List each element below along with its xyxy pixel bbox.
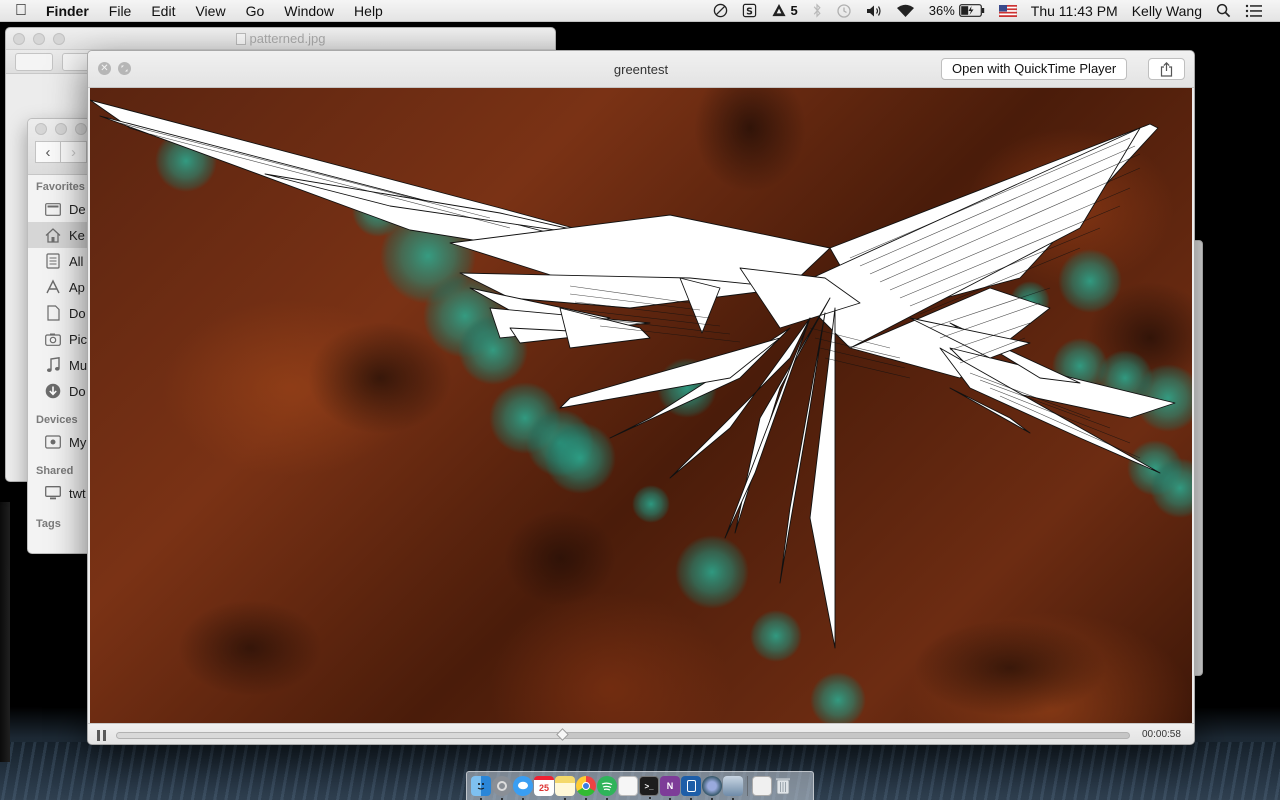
all-files-icon [45, 253, 61, 269]
spotlight-search-icon[interactable] [1209, 3, 1238, 18]
playback-time: 00:00:58 [1142, 729, 1181, 740]
monitor-icon [45, 485, 61, 501]
desktop-icon [45, 201, 61, 217]
playback-controls: 00:00:58 [88, 723, 1194, 744]
menu-help[interactable]: Help [344, 0, 393, 22]
quicklook-window: ✕ greentest Open with QuickTime Player 0… [87, 50, 1195, 745]
bluetooth-icon[interactable] [805, 3, 829, 18]
documents-icon [45, 305, 61, 321]
pictures-icon [45, 331, 61, 347]
menubar-clock[interactable]: Thu 11:43 PM [1024, 0, 1125, 22]
calendar-icon[interactable]: 25 [534, 776, 554, 796]
menu-view[interactable]: View [185, 0, 235, 22]
forward-button[interactable]: › [61, 141, 87, 163]
chrome-icon[interactable] [576, 776, 596, 800]
home-icon [45, 227, 61, 243]
calendar-day: 25 [538, 783, 549, 793]
downloads-icon [45, 383, 61, 399]
documents-folder-icon[interactable] [752, 776, 772, 796]
battery-icon [958, 4, 984, 17]
share-button[interactable] [1148, 58, 1185, 80]
battery-status[interactable]: 36% [922, 0, 992, 22]
music-icon [45, 357, 61, 373]
sidebar-item-label: Do [69, 383, 86, 399]
menu-file[interactable]: File [99, 0, 142, 22]
apple-menu-icon[interactable]:  [0, 0, 42, 22]
sidebar-item-label: Mu [69, 357, 88, 373]
finder-icon[interactable] [471, 776, 491, 800]
trash-icon[interactable] [773, 776, 793, 796]
time-machine-icon[interactable] [829, 3, 859, 19]
menu-app-name[interactable]: Finder [42, 0, 99, 22]
sidebar-item-label: Ap [69, 279, 85, 295]
wifi-icon[interactable] [889, 4, 922, 18]
video-render [90, 99, 1192, 723]
system-preferences-icon[interactable] [492, 776, 512, 800]
adobe-updates-icon[interactable]: 5 [764, 0, 805, 22]
open-with-quicktime-button[interactable]: Open with QuickTime Player [941, 58, 1128, 80]
menu-window[interactable]: Window [274, 0, 344, 22]
sidebar-item-label: All [69, 253, 84, 269]
menu-go[interactable]: Go [236, 0, 275, 22]
quicktime-icon[interactable] [702, 776, 722, 800]
menu-edit[interactable]: Edit [141, 0, 185, 22]
preview-icon[interactable] [723, 776, 743, 800]
finder-window-controls[interactable] [35, 123, 87, 135]
notification-center-icon[interactable] [1238, 4, 1270, 18]
pause-icon[interactable] [97, 730, 109, 741]
skype-status-icon[interactable]: S [735, 3, 764, 18]
preview-titlebar: patterned.jpg [6, 28, 555, 50]
faceted-sculpture [90, 99, 1176, 649]
scrubber-progress [117, 733, 563, 738]
svg-text:S: S [746, 6, 753, 17]
textedit-icon[interactable] [618, 776, 638, 796]
do-not-disturb-icon[interactable] [706, 3, 735, 18]
sidebar-toggle-icon[interactable] [15, 53, 53, 71]
sidebar-item-label: twt [69, 485, 86, 501]
menubar-user[interactable]: Kelly Wang [1125, 0, 1209, 22]
notes-icon[interactable] [555, 776, 575, 800]
spotify-icon[interactable] [597, 776, 617, 800]
disk-icon [45, 434, 61, 450]
battery-percent: 36% [928, 2, 955, 18]
preview-file-icon [235, 33, 246, 45]
playback-scrubber[interactable] [116, 728, 1130, 741]
preview-window-title: patterned.jpg [249, 31, 326, 46]
us-flag-input-icon[interactable] [992, 4, 1024, 17]
onenote-icon[interactable]: N [660, 776, 680, 800]
sidebar-item-label: Do [69, 305, 86, 321]
back-button[interactable]: ‹ [35, 141, 61, 163]
quicklook-titlebar: ✕ greentest Open with QuickTime Player [88, 51, 1194, 88]
applications-icon [45, 279, 61, 295]
sidebar-item-label: Ke [69, 227, 85, 243]
wallpaper-edge [0, 502, 10, 762]
terminal-icon[interactable]: >_ [639, 776, 659, 799]
scrubber-thumb[interactable] [556, 728, 570, 741]
volume-icon[interactable] [859, 4, 889, 18]
sidebar-item-label: De [69, 201, 86, 217]
sidebar-item-label: Pic [69, 331, 88, 347]
simulator-icon[interactable] [681, 776, 701, 800]
menu-bar:  Finder File Edit View Go Window Help S… [0, 0, 1280, 22]
messages-icon[interactable] [513, 776, 533, 800]
adobe-update-count: 5 [790, 2, 798, 18]
preview-window-controls[interactable] [13, 33, 65, 45]
dock: 25 >_ N [466, 771, 814, 800]
dock-separator [747, 776, 748, 796]
share-icon [1160, 61, 1173, 77]
sidebar-item-label: My [69, 434, 87, 450]
video-frame[interactable] [90, 88, 1192, 723]
